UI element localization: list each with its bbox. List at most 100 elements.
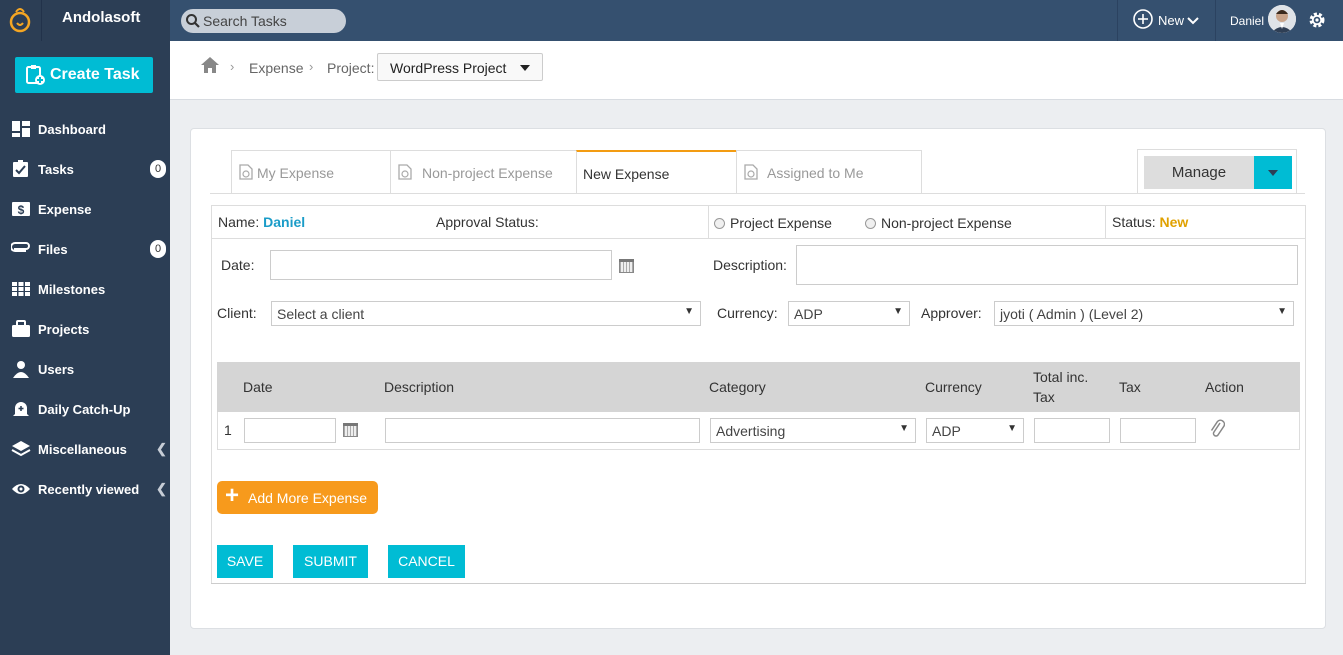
sidebar-item-files[interactable]: Files 0 <box>0 229 170 269</box>
svg-text:$: $ <box>18 203 25 217</box>
divider <box>1215 0 1216 41</box>
avatar[interactable] <box>1268 5 1296 33</box>
client-label: Client: <box>217 305 257 321</box>
tasks-icon <box>13 160 28 177</box>
divider <box>1117 0 1118 41</box>
row-date-input[interactable] <box>244 418 336 443</box>
currency-label: Currency: <box>717 305 778 321</box>
manage-button[interactable]: Manage <box>1144 156 1254 189</box>
eye-icon <box>12 484 30 494</box>
radio-icon <box>865 218 876 229</box>
save-button[interactable]: SAVE <box>217 545 273 578</box>
divider <box>1105 206 1106 239</box>
radio-icon <box>714 218 725 229</box>
expense-table-header: Date Description Category Currency Total… <box>217 362 1300 412</box>
sidebar-item-tasks[interactable]: Tasks 0 <box>0 149 170 189</box>
sidebar-item-expense[interactable]: $ Expense <box>0 189 170 229</box>
col-total-line2: Tax <box>1033 389 1055 405</box>
tab-label: Non-project Expense <box>422 165 553 181</box>
client-select-value: Select a client <box>277 306 365 322</box>
project-expense-radio[interactable]: Project Expense <box>714 215 832 231</box>
add-more-expense-button[interactable]: + Add More Expense <box>217 481 378 514</box>
tab-non-project-expense[interactable]: Non-project Expense <box>390 150 577 194</box>
files-icon <box>11 242 30 252</box>
breadcrumb-expense[interactable]: Expense <box>249 60 303 76</box>
calendar-icon[interactable] <box>619 259 634 273</box>
currency-select[interactable]: ADP ▼ <box>788 301 910 326</box>
search-input[interactable]: Search Tasks <box>181 9 346 33</box>
caret-down-icon: ▼ <box>893 306 903 317</box>
sidebar-item-label: Users <box>38 362 75 377</box>
manage-group: Manage <box>1137 149 1297 194</box>
row-tax-input[interactable] <box>1120 418 1196 443</box>
chevron-right-icon: › <box>230 59 235 74</box>
tab-new-expense[interactable]: New Expense <box>576 150 737 194</box>
client-select[interactable]: Select a client ▼ <box>271 301 701 326</box>
projects-icon <box>12 320 30 337</box>
status-label: Status: <box>1112 214 1156 230</box>
col-action: Action <box>1205 379 1244 395</box>
bell-icon <box>13 402 29 416</box>
calendar-icon[interactable] <box>343 423 358 437</box>
approver-select[interactable]: jyoti ( Admin ) (Level 2) ▼ <box>994 301 1294 326</box>
col-category: Category <box>709 379 766 395</box>
approval-status-label: Approval Status: <box>436 214 539 230</box>
chevron-left-icon: ❮ <box>156 481 167 496</box>
expense-info-row: Name: Daniel Approval Status: Project Ex… <box>211 205 1306 239</box>
tab-my-expense[interactable]: My Expense <box>231 150 391 194</box>
tab-label: Assigned to Me <box>767 165 864 181</box>
non-project-expense-radio[interactable]: Non-project Expense <box>865 215 1012 231</box>
sidebar: Create Task Dashboard Tasks 0 $ Expense … <box>0 41 170 655</box>
tab-assigned-to-me[interactable]: Assigned to Me <box>736 150 922 194</box>
document-icon <box>744 164 758 180</box>
date-input[interactable] <box>270 250 612 280</box>
user-name[interactable]: Daniel <box>1230 14 1264 28</box>
sidebar-item-label: Projects <box>38 322 90 337</box>
search-placeholder: Search Tasks <box>203 13 287 29</box>
status-field: Status: New <box>1112 214 1188 230</box>
row-category-select[interactable]: Advertising ▼ <box>710 418 916 443</box>
sidebar-item-miscellaneous[interactable]: Miscellaneous ❮ <box>0 429 170 469</box>
row-currency-select[interactable]: ADP ▼ <box>926 418 1024 443</box>
non-project-expense-label: Non-project Expense <box>881 215 1012 231</box>
create-task-button[interactable]: Create Task <box>15 57 153 93</box>
sidebar-item-daily-catch-up[interactable]: Daily Catch-Up <box>0 389 170 429</box>
col-total-line1: Total inc. <box>1033 369 1089 385</box>
tab-label: My Expense <box>257 165 335 181</box>
caret-down-icon <box>1268 170 1278 176</box>
sidebar-item-users[interactable]: Users <box>0 349 170 389</box>
description-input[interactable] <box>796 245 1298 285</box>
sidebar-item-label: Dashboard <box>38 122 106 137</box>
gear-icon[interactable] <box>1307 10 1327 30</box>
logo[interactable] <box>0 0 42 41</box>
add-more-label: Add More Expense <box>248 490 368 506</box>
table-row: 1 Advertising ▼ ADP ▼ <box>217 412 1300 450</box>
paperclip-icon[interactable] <box>1209 418 1225 438</box>
tab-label: New Expense <box>583 166 670 182</box>
new-button[interactable]: New <box>1132 8 1202 32</box>
sidebar-item-recently-viewed[interactable]: Recently viewed ❮ <box>0 469 170 509</box>
brand: Andolasoft <box>0 0 170 41</box>
sidebar-item-milestones[interactable]: Milestones <box>0 269 170 309</box>
col-currency: Currency <box>925 379 982 395</box>
caret-down-icon: ▼ <box>899 423 909 434</box>
submit-button[interactable]: SUBMIT <box>293 545 368 578</box>
cancel-button[interactable]: CANCEL <box>388 545 465 578</box>
users-icon <box>13 361 29 378</box>
row-description-input[interactable] <box>385 418 700 443</box>
project-select-value: WordPress Project <box>390 60 507 76</box>
manage-dropdown-toggle[interactable] <box>1254 156 1292 189</box>
new-label: New <box>1158 13 1185 28</box>
document-icon <box>239 164 253 180</box>
caret-down-icon: ▼ <box>684 306 694 317</box>
create-task-label: Create Task <box>50 66 140 83</box>
files-count-badge: 0 <box>150 240 166 258</box>
sidebar-item-label: Tasks <box>38 162 74 177</box>
sidebar-item-dashboard[interactable]: Dashboard <box>0 109 170 149</box>
expense-icon: $ <box>12 202 30 217</box>
milestones-icon <box>12 282 30 296</box>
row-total-input[interactable] <box>1034 418 1110 443</box>
project-select[interactable]: WordPress Project <box>377 53 543 81</box>
home-icon[interactable] <box>200 56 220 74</box>
sidebar-item-projects[interactable]: Projects <box>0 309 170 349</box>
